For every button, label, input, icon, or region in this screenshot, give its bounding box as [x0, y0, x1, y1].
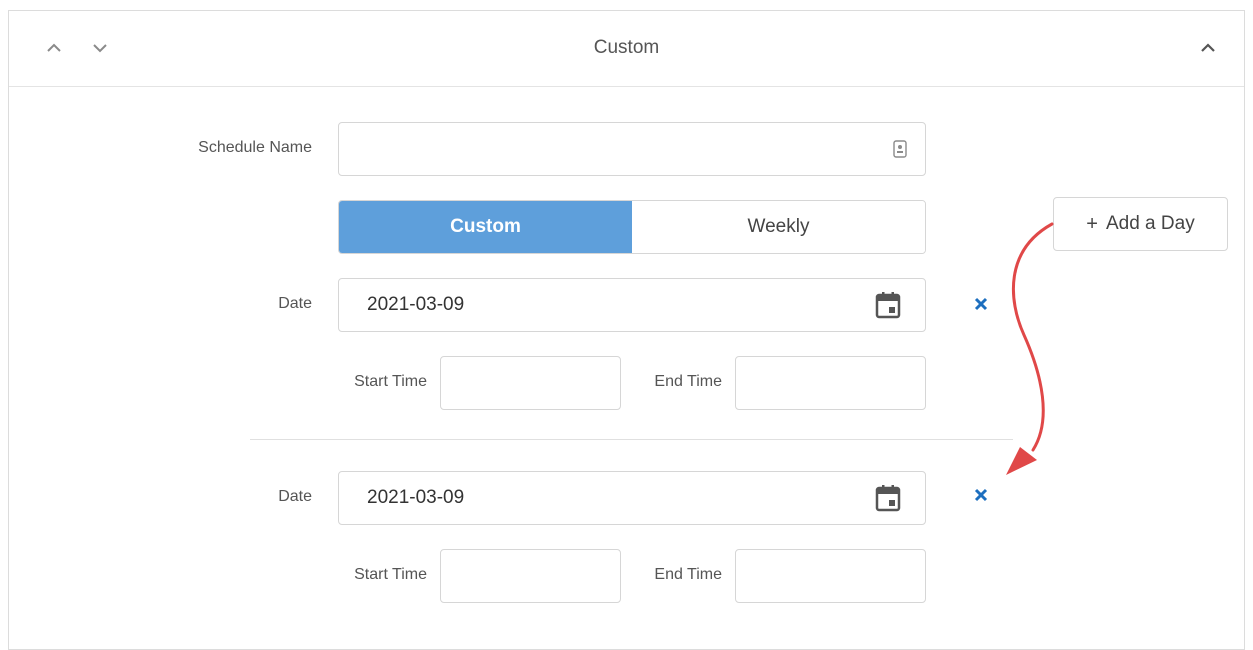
- date-label: Date: [278, 488, 312, 505]
- close-icon: [974, 297, 988, 311]
- date-input[interactable]: [339, 279, 925, 331]
- add-day-label: Add a Day: [1105, 213, 1195, 234]
- schedule-type-toggle: Custom Weekly: [338, 200, 926, 254]
- add-day-button[interactable]: + Add a Day: [1053, 197, 1228, 251]
- schedule-name-label: Schedule Name: [198, 139, 312, 156]
- end-time-label: End Time: [654, 373, 722, 390]
- collapse-button[interactable]: [1195, 35, 1221, 61]
- weekly-toggle-button[interactable]: Weekly: [632, 201, 925, 253]
- date-field[interactable]: [338, 278, 926, 332]
- start-time-label: Start Time: [354, 373, 427, 390]
- date-label: Date: [278, 295, 312, 312]
- day-divider: [250, 439, 1013, 440]
- start-time-field[interactable]: [440, 356, 621, 410]
- end-time-input[interactable]: [736, 550, 925, 602]
- close-icon: [974, 488, 988, 502]
- panel-header: Custom: [9, 11, 1244, 87]
- contact-card-icon: [893, 140, 907, 158]
- plus-icon: +: [1086, 212, 1098, 235]
- end-time-field[interactable]: [735, 549, 926, 603]
- start-time-field[interactable]: [440, 549, 621, 603]
- start-time-input[interactable]: [441, 357, 620, 409]
- end-time-input[interactable]: [736, 357, 925, 409]
- custom-toggle-button[interactable]: Custom: [339, 201, 632, 253]
- schedule-name-input[interactable]: [339, 123, 925, 175]
- remove-day-button[interactable]: [969, 292, 993, 316]
- end-time-field[interactable]: [735, 356, 926, 410]
- calendar-icon[interactable]: [875, 291, 901, 319]
- remove-day-button[interactable]: [969, 483, 993, 507]
- start-time-label: Start Time: [354, 566, 427, 583]
- date-field[interactable]: [338, 471, 926, 525]
- calendar-icon[interactable]: [875, 484, 901, 512]
- end-time-label: End Time: [654, 566, 722, 583]
- chevron-up-icon: [1201, 43, 1215, 52]
- date-input[interactable]: [339, 472, 925, 524]
- schedule-name-field[interactable]: [338, 122, 926, 176]
- panel-title: Custom: [593, 37, 660, 58]
- start-time-input[interactable]: [441, 550, 620, 602]
